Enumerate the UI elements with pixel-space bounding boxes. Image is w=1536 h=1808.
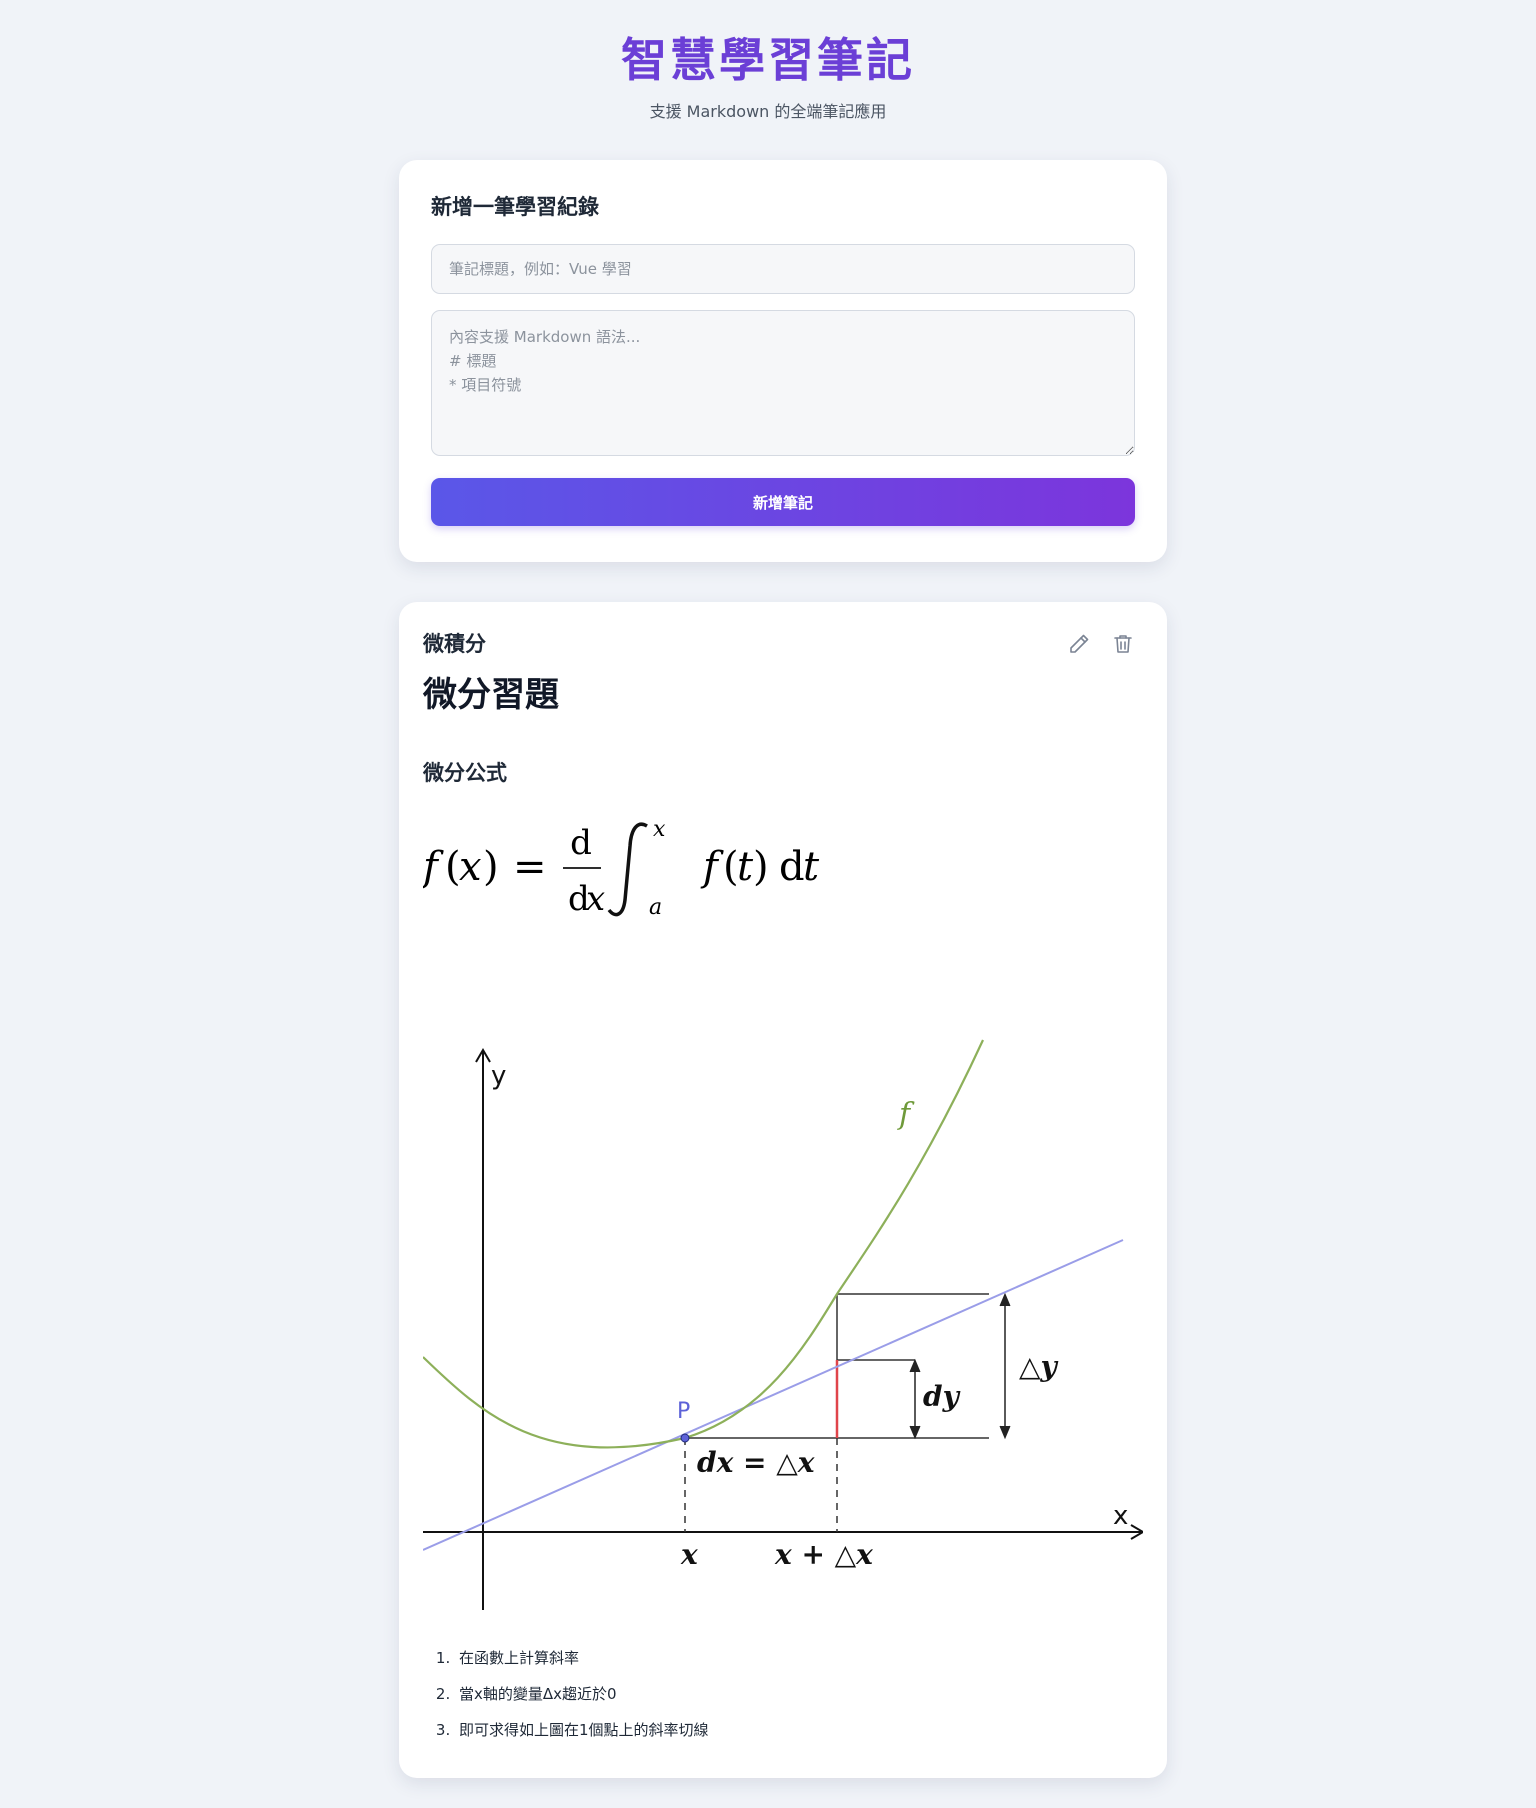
- svg-text:=: =: [513, 844, 547, 890]
- new-note-form: 新增一筆學習紀錄 新增筆記: [399, 160, 1167, 562]
- list-item: 即可求得如上圖在1個點上的斜率切線: [455, 1712, 1143, 1748]
- note-actions: [1067, 632, 1135, 656]
- note-category: 微積分: [423, 632, 486, 656]
- svg-text:d: d: [779, 844, 805, 890]
- x-plus-dx-tick-label: x + △x: [774, 1538, 873, 1571]
- steps-list: 在函數上計算斜率 當x軸的變量Δx趨近於0 即可求得如上圖在1個點上的斜率切線: [423, 1640, 1143, 1748]
- app-header: 智慧學習筆記 支援 Markdown 的全端筆記應用: [0, 0, 1536, 124]
- list-item: 當x軸的變量Δx趨近於0: [455, 1676, 1143, 1712]
- note-card: 微積分 微分習題 微分公式 f ( x ) = d d x x a f (t …: [399, 602, 1167, 1778]
- svg-text:): ): [483, 844, 499, 890]
- add-note-button[interactable]: 新增筆記: [431, 478, 1135, 526]
- svg-text:x: x: [586, 879, 605, 919]
- x-axis-label: x: [1113, 1501, 1128, 1531]
- svg-text:a: a: [649, 895, 662, 920]
- tangent-line: [422, 1239, 1124, 1551]
- svg-text:): ): [753, 844, 769, 890]
- list-item: 在函數上計算斜率: [455, 1640, 1143, 1676]
- svg-text:f: f: [423, 844, 444, 890]
- y-axis-label: y: [491, 1061, 506, 1091]
- point-p-label: P: [677, 1399, 690, 1424]
- note-section-heading: 微分公式: [423, 761, 507, 785]
- form-heading: 新增一筆學習紀錄: [431, 195, 599, 219]
- note-title-input[interactable]: [431, 244, 1135, 294]
- derivative-formula: f ( x ) = d d x x a f ( t ) d t: [420, 817, 820, 920]
- note-header: 微積分: [423, 626, 1143, 662]
- svg-text:t: t: [737, 844, 754, 890]
- x-tick-label: x: [680, 1538, 698, 1571]
- curve-label: f: [897, 1097, 915, 1132]
- svg-text:f: f: [700, 844, 724, 890]
- delta-y-label: △y: [1019, 1350, 1059, 1383]
- note-title: 微分習題: [423, 675, 559, 715]
- dx-label: dx = △x: [697, 1446, 815, 1479]
- trash-icon[interactable]: [1111, 632, 1135, 656]
- svg-text:x: x: [459, 844, 482, 890]
- svg-text:d: d: [570, 823, 592, 863]
- derivative-diagram: y x P f dy △y dx = △x x x + △x: [422, 1039, 1145, 1610]
- dy-label: dy: [923, 1380, 961, 1413]
- svg-text:x: x: [653, 817, 666, 842]
- app-subtitle: 支援 Markdown 的全端筆記應用: [649, 102, 887, 121]
- app-title: 智慧學習筆記: [621, 33, 915, 87]
- pencil-icon[interactable]: [1067, 632, 1091, 656]
- point-p-marker: [680, 1433, 690, 1443]
- svg-text:t: t: [803, 844, 820, 890]
- note-content-textarea[interactable]: [431, 310, 1135, 456]
